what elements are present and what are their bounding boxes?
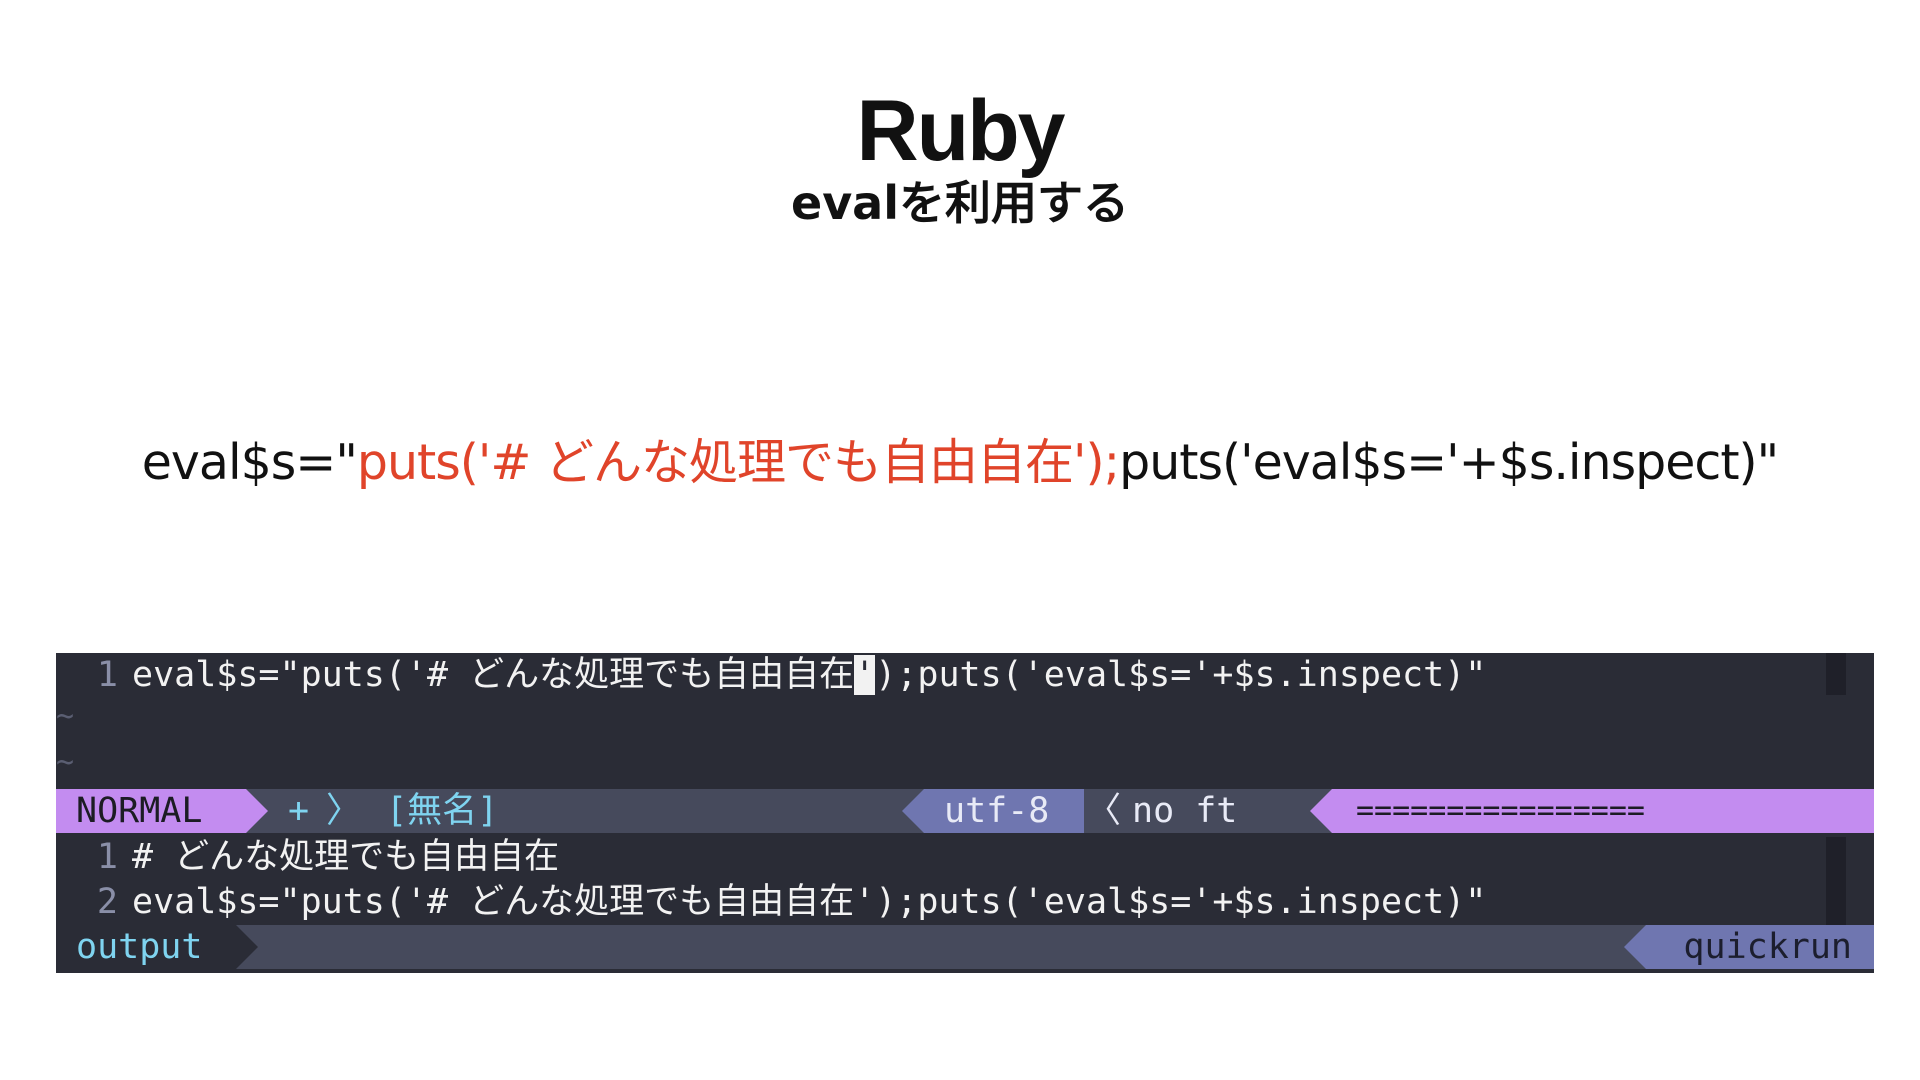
file-encoding: utf-8	[944, 791, 1050, 831]
mode-indicator: NORMAL	[56, 789, 246, 833]
line-number: 2	[96, 882, 118, 922]
line-number: 1	[96, 655, 118, 695]
output-text: # どんな処理でも自由自在	[132, 837, 560, 877]
code-suffix: puts('eval$s='+$s.inspect)"	[1119, 434, 1779, 491]
line-number: 1	[96, 837, 118, 877]
progress-arrow	[1310, 789, 1332, 833]
output-line[interactable]: 1 # どんな処理でも自由自在	[56, 835, 559, 880]
slide-title: Ruby	[856, 83, 1066, 179]
chevron-right-icon: 〉	[326, 791, 362, 831]
output-separator	[236, 925, 258, 969]
quickrun-separator	[1624, 925, 1646, 969]
output-text: eval$s="puts('# どんな処理でも自由自在');puts('eval…	[132, 882, 1487, 922]
filename: [無名]	[386, 791, 499, 831]
buffer-text-after-cursor: );puts('eval$s='+$s.inspect)"	[875, 655, 1487, 695]
empty-line-tilde: ~	[56, 745, 75, 780]
statusline: NORMAL + 〉 [無名] utf-8 〈 no ft ==========…	[56, 789, 1874, 833]
slide-subtitle: evalを利用する	[791, 176, 1129, 230]
output-scrollbar[interactable]	[1826, 837, 1846, 925]
scroll-progress: ================	[1356, 793, 1645, 828]
output-statusline: output quickrun	[56, 925, 1874, 969]
filetype: no ft	[1132, 791, 1238, 831]
empty-line-tilde: ~	[56, 699, 75, 734]
mode-separator	[246, 789, 268, 833]
encoding-arrow	[902, 789, 924, 833]
buffer-line[interactable]: 1 eval$s="puts('# どんな処理でも自由自在');puts('eva…	[56, 653, 1486, 698]
code-highlight: puts('# どんな処理でも自由自在');	[356, 434, 1120, 491]
output-label: output	[56, 925, 236, 969]
code-sample: eval$s="puts('# どんな処理でも自由自在');puts('eval…	[0, 438, 1920, 487]
modified-flag: +	[288, 791, 310, 831]
quickrun-label: quickrun	[1646, 925, 1874, 969]
cursor: '	[854, 655, 876, 695]
buffer-text-before-cursor: eval$s="puts('# どんな処理でも自由自在	[132, 655, 855, 695]
vim-terminal: 1 eval$s="puts('# どんな処理でも自由自在');puts('eva…	[56, 653, 1874, 973]
code-prefix: eval$s="	[141, 434, 358, 491]
buffer-scrollbar[interactable]	[1826, 653, 1846, 695]
output-line[interactable]: 2 eval$s="puts('# どんな処理でも自由自在');puts('eva…	[56, 880, 1486, 925]
chevron-left-icon: 〈	[1086, 791, 1122, 831]
